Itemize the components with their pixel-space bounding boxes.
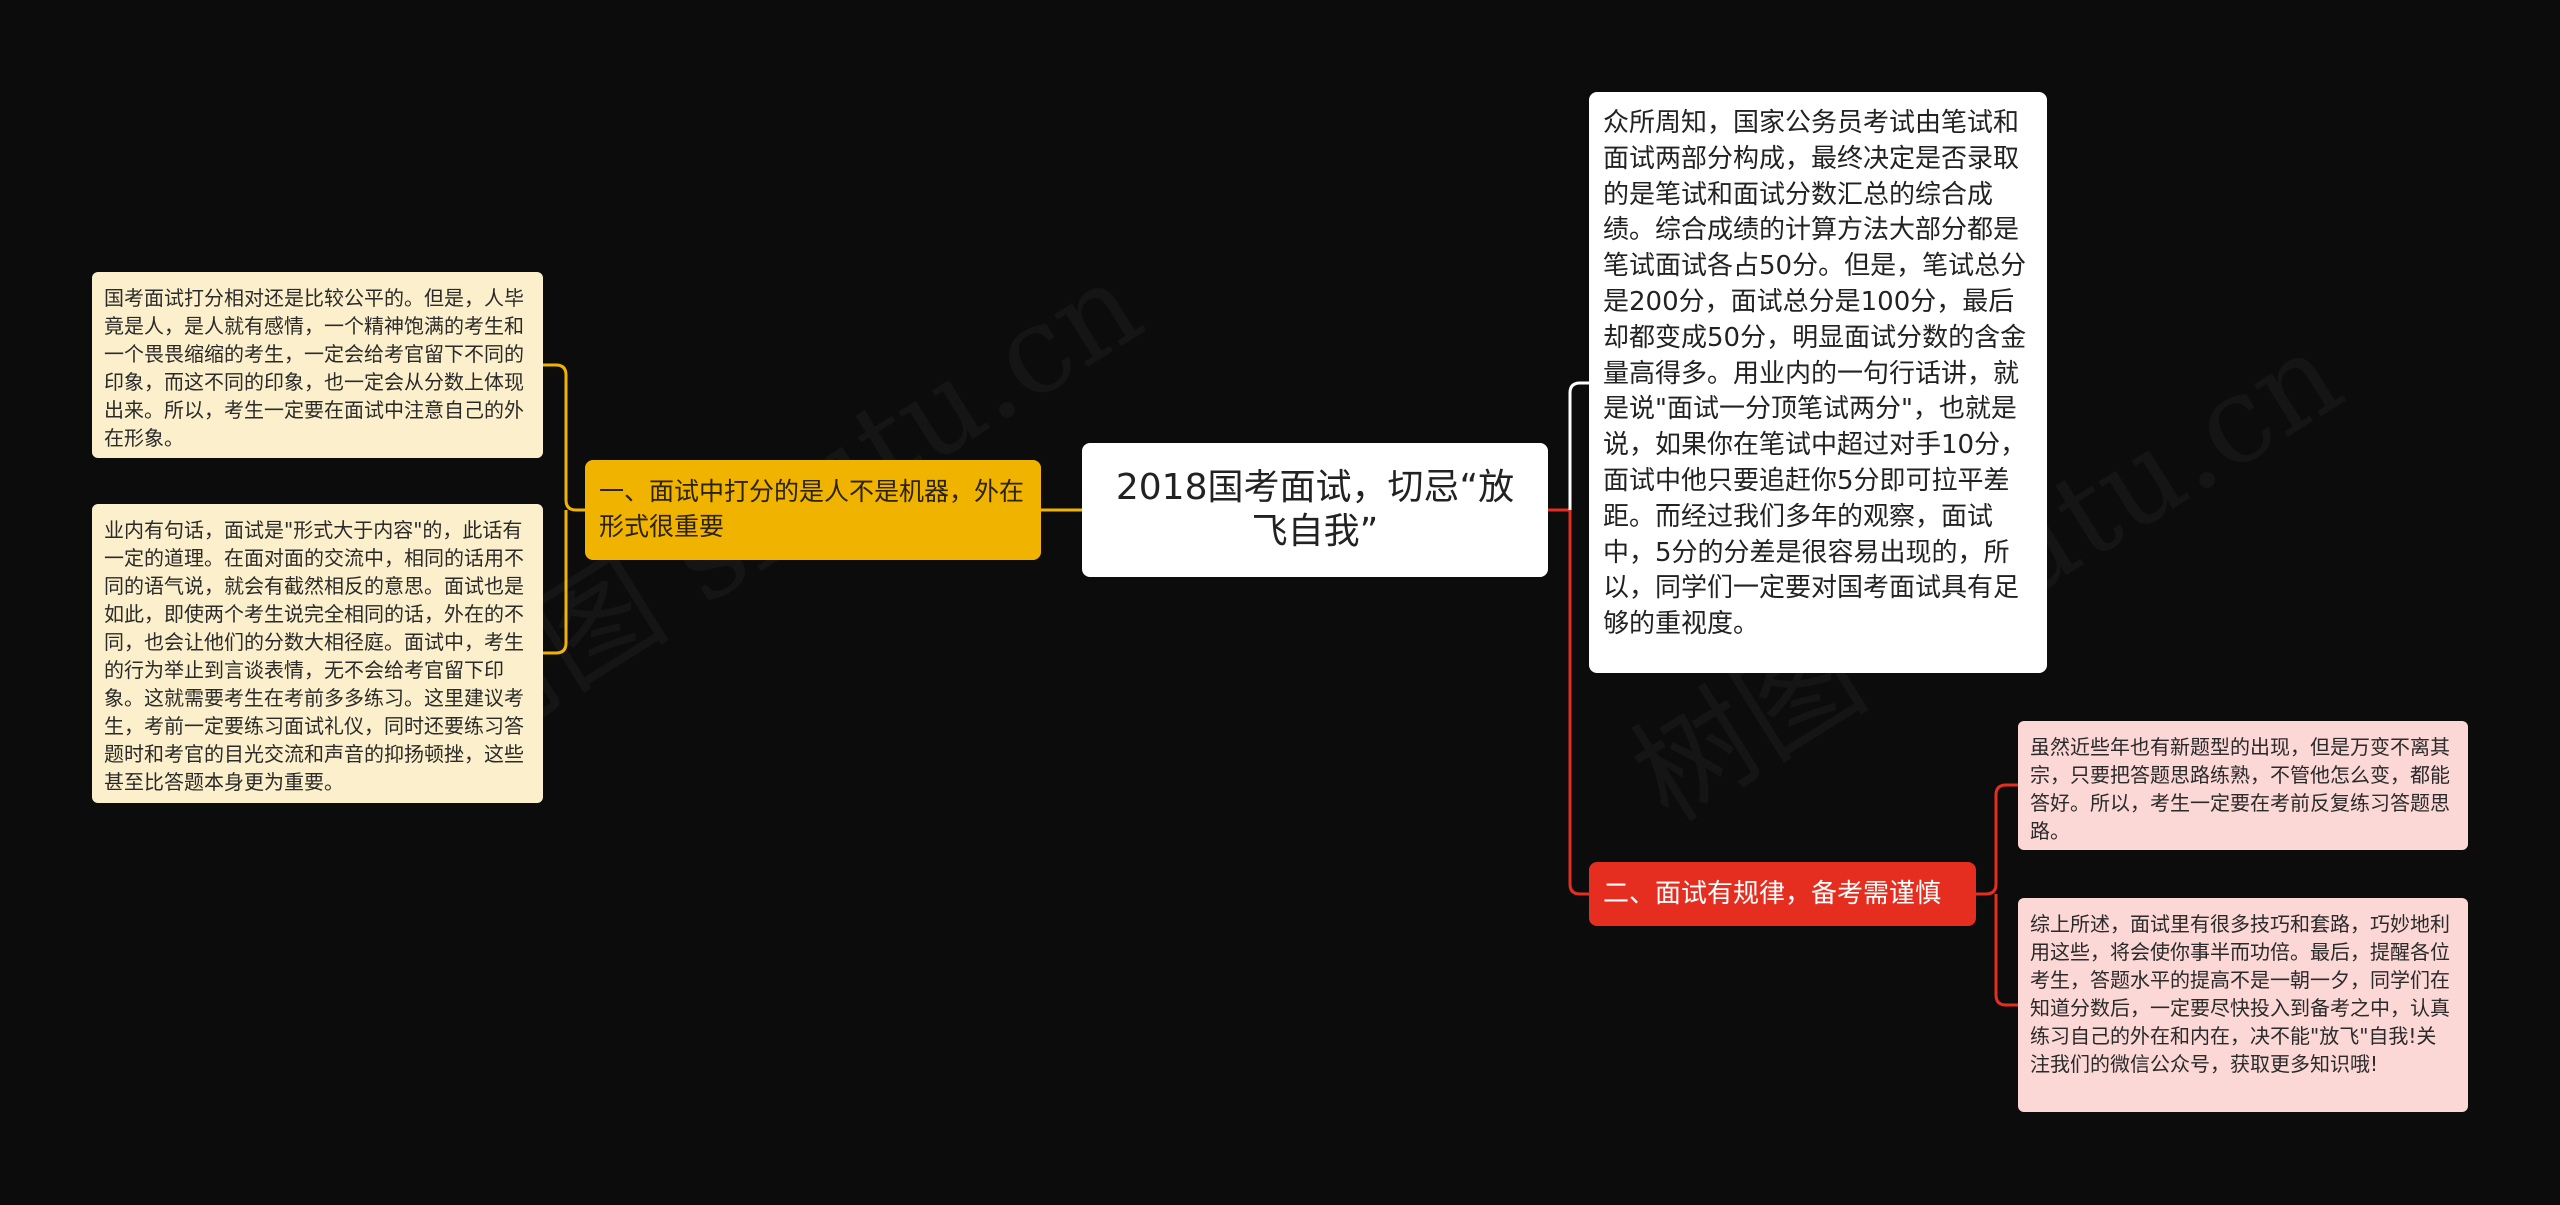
leaf-text: 国考面试打分相对还是比较公平的。但是，人毕竟是人，是人就有感情，一个精神饱满的考… bbox=[104, 286, 524, 450]
branch-1-leaf-2[interactable]: 业内有句话，面试是"形式大于内容"的，此话有一定的道理。在面对面的交流中，相同的… bbox=[92, 504, 543, 803]
branch-2-leaf-2[interactable]: 综上所述，面试里有很多技巧和套路，巧妙地利用这些，将会使你事半而功倍。最后，提醒… bbox=[2018, 898, 2468, 1112]
branch-1-node[interactable]: 一、面试中打分的是人不是机器，外在形式很重要 bbox=[585, 460, 1041, 560]
leaf-text: 综上所述，面试里有很多技巧和套路，巧妙地利用这些，将会使你事半而功倍。最后，提醒… bbox=[2030, 912, 2450, 1076]
leaf-text: 业内有句话，面试是"形式大于内容"的，此话有一定的道理。在面对面的交流中，相同的… bbox=[104, 518, 524, 794]
branch-1-label: 一、面试中打分的是人不是机器，外在形式很重要 bbox=[599, 477, 1025, 541]
branch-2-node[interactable]: 二、面试有规律，备考需谨慎 bbox=[1589, 862, 1976, 926]
branch-2-label: 二、面试有规律，备考需谨慎 bbox=[1603, 879, 1942, 909]
root-topic-label: 2018国考面试，切忌“放飞自我” bbox=[1115, 467, 1515, 552]
intro-text: 众所周知，国家公务员考试由笔试和面试两部分构成，最终决定是否录取的是笔试和面试分… bbox=[1603, 108, 2027, 640]
branch-2-leaf-1[interactable]: 虽然近些年也有新题型的出现，但是万变不离其宗，只要把答题思路练熟，不管他怎么变，… bbox=[2018, 721, 2468, 850]
intro-node[interactable]: 众所周知，国家公务员考试由笔试和面试两部分构成，最终决定是否录取的是笔试和面试分… bbox=[1589, 92, 2047, 673]
branch-1-leaf-1[interactable]: 国考面试打分相对还是比较公平的。但是，人毕竟是人，是人就有感情，一个精神饱满的考… bbox=[92, 272, 543, 458]
root-topic[interactable]: 2018国考面试，切忌“放飞自我” bbox=[1082, 443, 1548, 577]
leaf-text: 虽然近些年也有新题型的出现，但是万变不离其宗，只要把答题思路练熟，不管他怎么变，… bbox=[2030, 735, 2450, 843]
